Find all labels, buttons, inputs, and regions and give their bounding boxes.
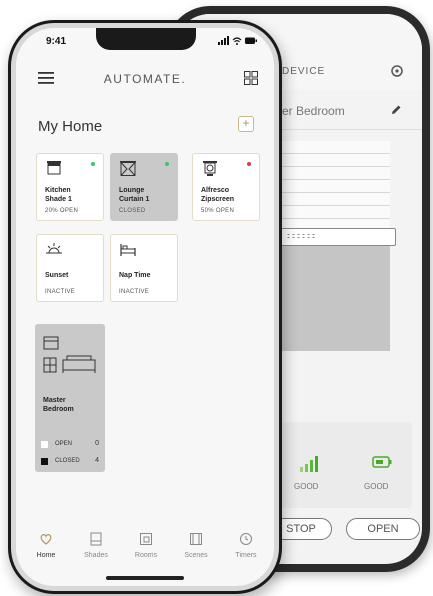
legend-count: 0 bbox=[95, 440, 99, 447]
tile-status: 20% OPEN bbox=[45, 208, 79, 214]
shades-icon bbox=[90, 532, 102, 546]
device-tile-lounge-curtain[interactable]: Lounge Curtain 1 CLOSED bbox=[110, 153, 178, 221]
tab-scenes[interactable]: Scenes bbox=[176, 532, 216, 559]
home-screen: 9:41 AUTOMATE. My Home + Kitchen Shade 1… bbox=[16, 28, 274, 586]
signal-icon bbox=[300, 456, 318, 472]
home-indicator bbox=[106, 576, 184, 580]
battery-status: GOOD bbox=[364, 482, 389, 491]
tab-home[interactable]: Home bbox=[26, 532, 66, 559]
offline-status-dot bbox=[247, 162, 251, 166]
tab-rooms[interactable]: Rooms bbox=[126, 532, 166, 559]
legend-count: 4 bbox=[95, 457, 99, 464]
gear-icon[interactable] bbox=[390, 64, 404, 78]
room-name: Master Bedroom bbox=[43, 397, 74, 413]
open-swatch bbox=[41, 441, 48, 448]
status-icons bbox=[218, 36, 257, 45]
home-icon bbox=[40, 533, 52, 545]
scene-tile-nap-time[interactable]: Nap Time INACTIVE bbox=[110, 234, 178, 302]
bedroom-icon bbox=[43, 336, 96, 373]
bed-icon bbox=[120, 244, 136, 256]
curtain-icon bbox=[120, 161, 136, 176]
phone-notch bbox=[96, 28, 196, 50]
online-status-dot bbox=[91, 162, 95, 166]
scenes-icon bbox=[190, 533, 202, 545]
legend-label: OPEN bbox=[55, 441, 73, 447]
device-room-name: er Bedroom bbox=[282, 104, 345, 118]
status-time: 9:41 bbox=[46, 36, 67, 47]
room-tile-master-bedroom[interactable]: Master Bedroom OPEN 0 CLOSED 4 bbox=[35, 324, 105, 472]
device-title: DEVICE bbox=[282, 66, 326, 77]
drag-handle-icon[interactable] bbox=[286, 233, 316, 239]
brand-logo: AUTOMATE. bbox=[103, 72, 187, 86]
pencil-icon[interactable] bbox=[390, 104, 402, 116]
tile-name: Alfresco Zipscreen bbox=[201, 187, 235, 203]
rooms-icon bbox=[140, 533, 152, 545]
tab-label: Shades bbox=[84, 552, 108, 559]
shade-visual bbox=[274, 141, 390, 351]
timers-icon bbox=[240, 533, 252, 545]
tab-label: Rooms bbox=[134, 552, 158, 559]
tab-label: Home bbox=[36, 552, 56, 559]
zipscreen-icon bbox=[203, 161, 217, 176]
tab-shades[interactable]: Shades bbox=[76, 532, 116, 559]
shade-fabric bbox=[274, 141, 390, 229]
tile-status: INACTIVE bbox=[119, 289, 150, 295]
grid-icon[interactable] bbox=[244, 71, 258, 85]
tile-status: 50% OPEN bbox=[201, 208, 235, 214]
add-button[interactable]: + bbox=[238, 116, 254, 132]
legend-closed: CLOSED 4 bbox=[41, 457, 99, 467]
signal-status: GOOD bbox=[294, 482, 319, 491]
legend-open: OPEN 0 bbox=[41, 440, 99, 450]
battery-icon bbox=[372, 456, 392, 468]
online-status-dot bbox=[165, 162, 169, 166]
legend-label: CLOSED bbox=[55, 458, 80, 464]
tile-name: Sunset bbox=[45, 272, 69, 279]
closed-swatch bbox=[41, 458, 48, 465]
front-phone: 9:41 AUTOMATE. My Home + Kitchen Shade 1… bbox=[8, 20, 282, 594]
sunset-icon bbox=[46, 243, 62, 254]
shade-icon bbox=[47, 161, 61, 175]
tile-name: Nap Time bbox=[119, 272, 151, 279]
scene-tile-sunset[interactable]: Sunset INACTIVE bbox=[36, 234, 104, 302]
tab-label: Timers bbox=[235, 552, 257, 559]
device-tile-alfresco-zipscreen[interactable]: Alfresco Zipscreen 50% OPEN bbox=[192, 153, 260, 221]
tile-name: Kitchen Shade 1 bbox=[45, 187, 72, 203]
page-title: My Home bbox=[38, 118, 103, 135]
tile-name: Lounge Curtain 1 bbox=[119, 187, 150, 203]
device-tile-kitchen-shade[interactable]: Kitchen Shade 1 20% OPEN bbox=[36, 153, 104, 221]
divider bbox=[274, 129, 422, 130]
tab-label: Scenes bbox=[184, 552, 208, 559]
bottom-tab-bar: Home Shades Rooms Scenes Timers bbox=[16, 528, 274, 572]
open-button[interactable]: OPEN bbox=[346, 518, 420, 540]
tab-timers[interactable]: Timers bbox=[226, 532, 266, 559]
tile-status: INACTIVE bbox=[45, 289, 76, 295]
tile-status: CLOSED bbox=[119, 208, 146, 214]
